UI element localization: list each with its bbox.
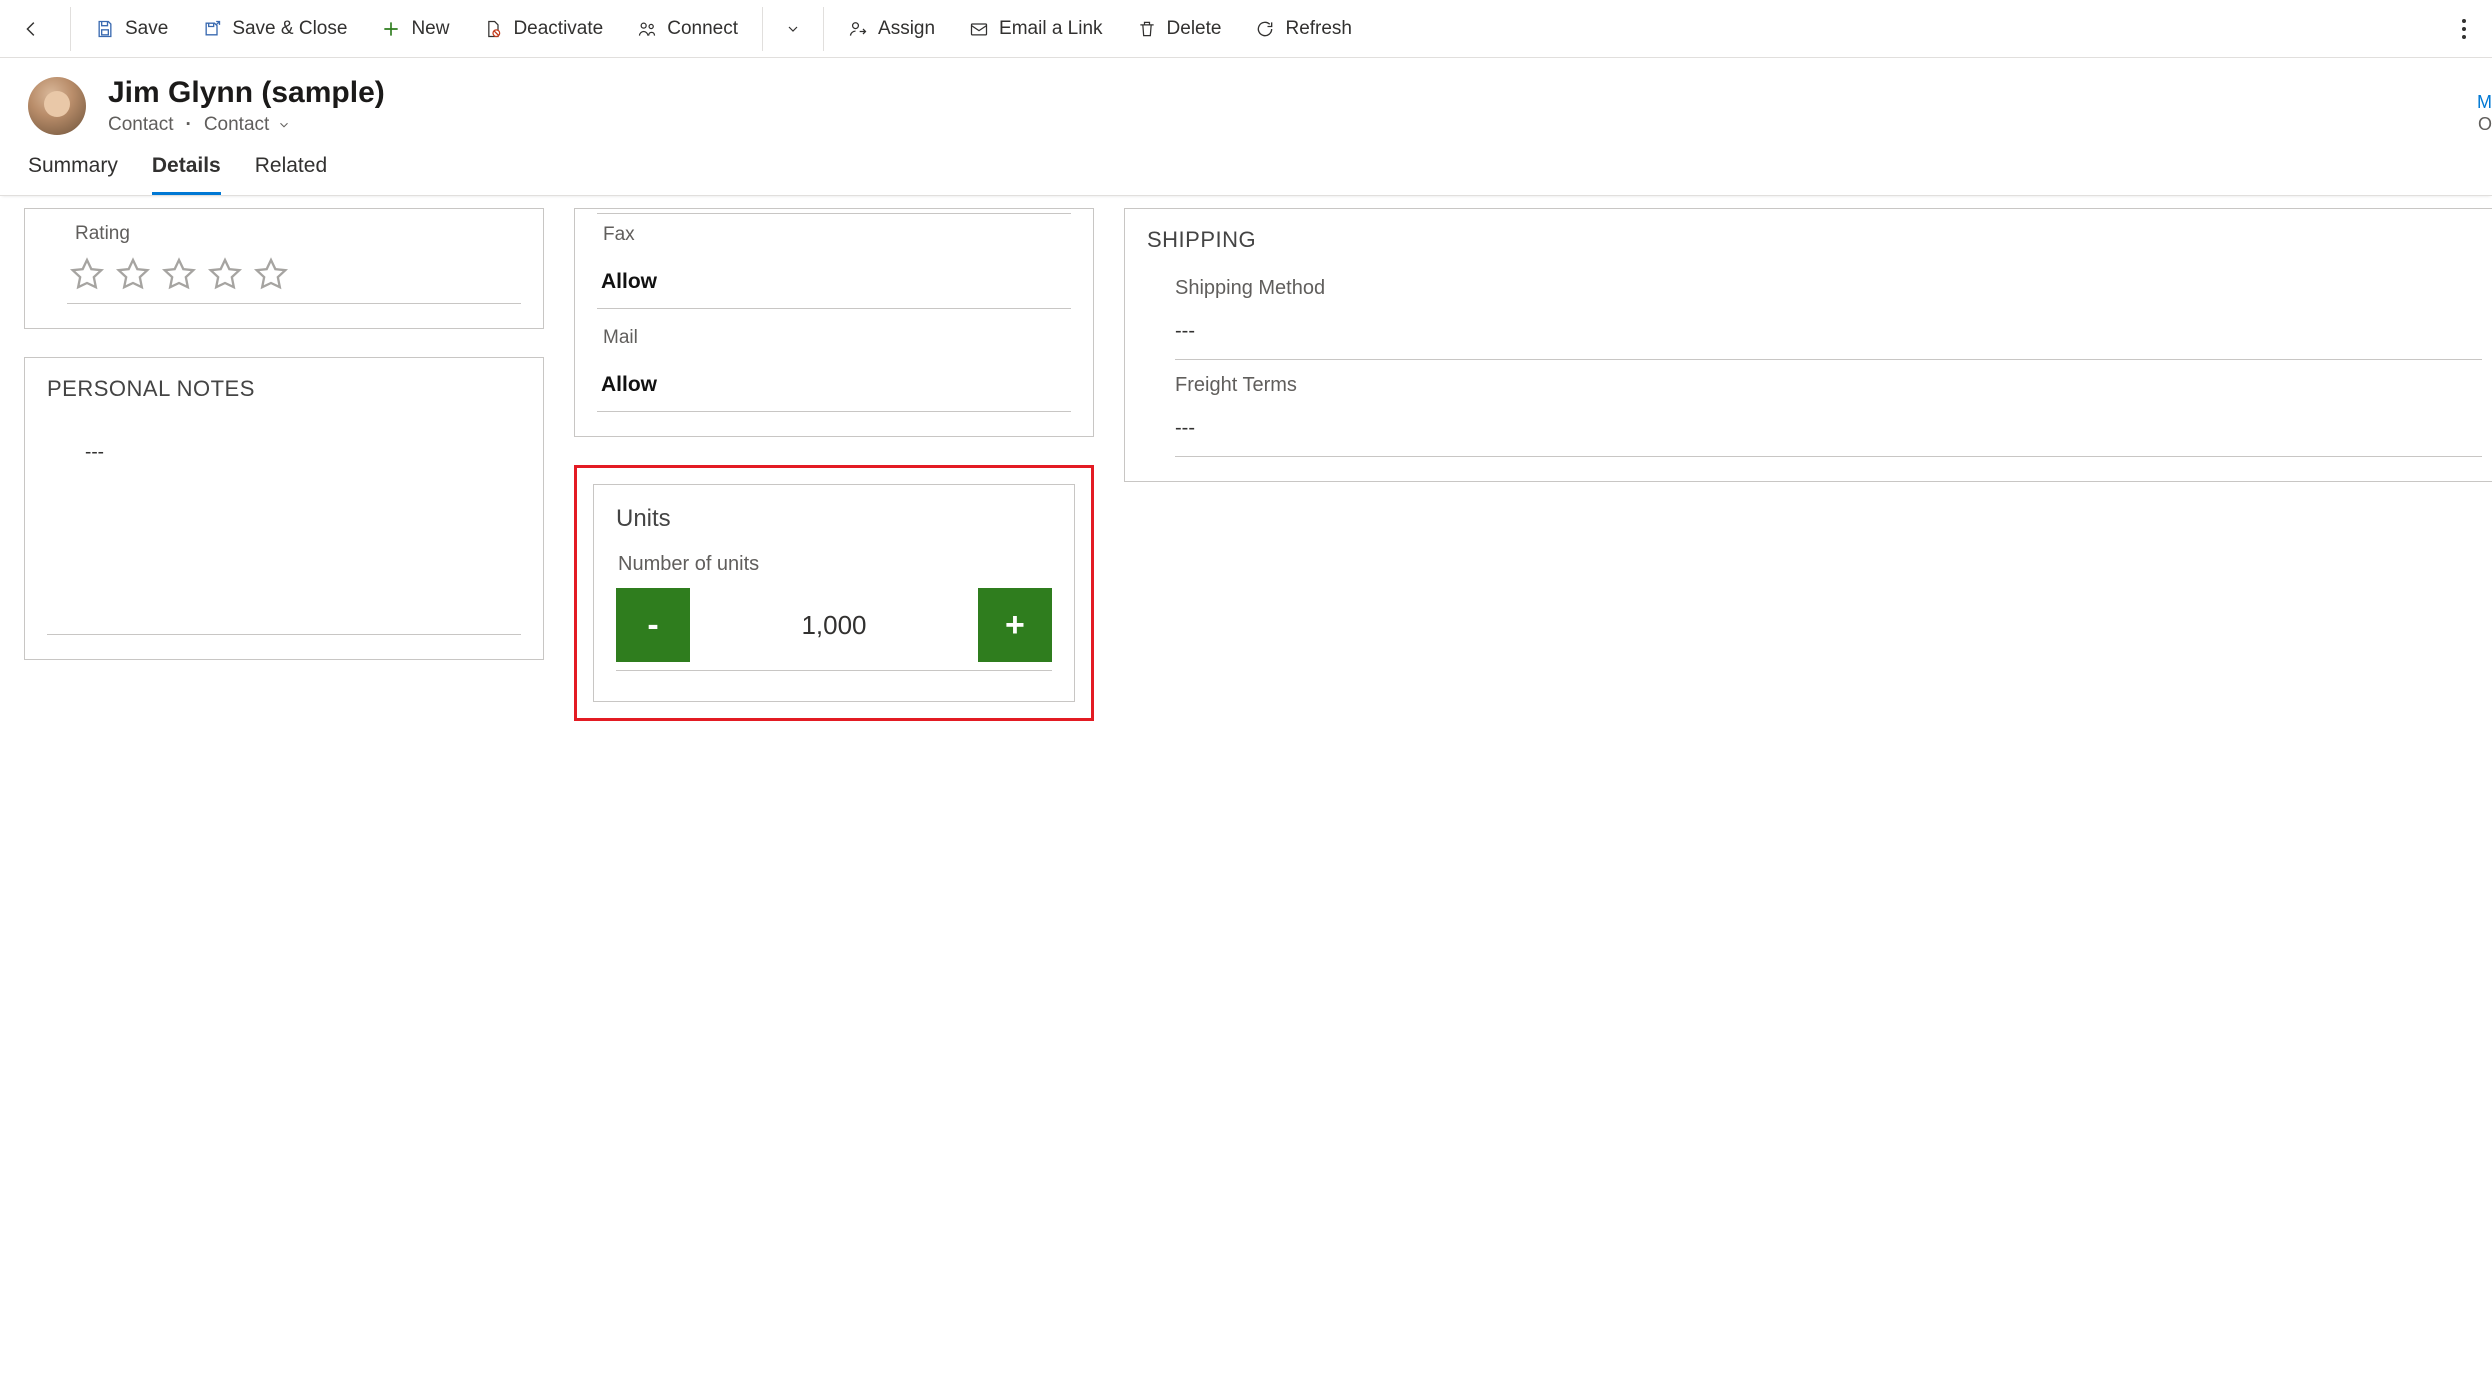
record-title: Jim Glynn (sample)	[108, 76, 385, 110]
mail-label: Mail	[603, 327, 1065, 349]
shipping-method-label: Shipping Method	[1175, 263, 2482, 300]
mail-value[interactable]: Allow	[597, 359, 1071, 412]
refresh-icon	[1255, 19, 1275, 39]
assign-icon	[848, 19, 868, 39]
rating-card: Rating	[24, 208, 544, 329]
deactivate-icon	[483, 19, 503, 39]
mail-icon	[969, 19, 989, 39]
deactivate-button[interactable]: Deactivate	[469, 7, 617, 51]
fax-label: Fax	[603, 224, 1065, 246]
rating-label: Rating	[75, 223, 519, 245]
back-button[interactable]	[8, 7, 56, 51]
star-icon[interactable]	[251, 255, 291, 295]
refresh-label: Refresh	[1285, 18, 1352, 40]
units-increment-button[interactable]: +	[978, 588, 1052, 662]
email-link-label: Email a Link	[999, 18, 1103, 40]
personal-notes-title: PERSONAL NOTES	[47, 376, 521, 402]
command-bar: Save Save & Close New Deactivate	[0, 0, 2492, 58]
trash-icon	[1137, 19, 1157, 39]
personal-notes-value[interactable]: ---	[47, 412, 521, 635]
shipping-method-value[interactable]: ---	[1175, 300, 2482, 360]
tab-details[interactable]: Details	[152, 154, 221, 195]
more-commands-button[interactable]	[2444, 7, 2484, 51]
separator-dot	[183, 114, 193, 136]
record-header: Jim Glynn (sample) Contact Contact	[0, 58, 2492, 146]
tab-related[interactable]: Related	[255, 154, 327, 195]
shipping-card: SHIPPING Shipping Method --- Freight Ter…	[1124, 208, 2492, 482]
units-stepper: - 1,000 +	[616, 588, 1052, 671]
star-icon[interactable]	[159, 255, 199, 295]
form-name-label: Contact	[204, 114, 269, 136]
peek-line1: M	[2477, 92, 2492, 112]
separator	[762, 7, 763, 51]
rating-stars[interactable]	[67, 255, 521, 295]
units-field-label: Number of units	[618, 553, 1052, 576]
deactivate-label: Deactivate	[513, 18, 603, 40]
assign-button[interactable]: Assign	[834, 7, 949, 51]
peek-line2: O	[2477, 114, 2492, 136]
connect-chevron[interactable]	[773, 7, 813, 51]
connect-icon	[637, 19, 657, 39]
contact-preferences-card: Fax Allow Mail Allow	[574, 208, 1094, 437]
new-button[interactable]: New	[367, 7, 463, 51]
personal-notes-card: PERSONAL NOTES ---	[24, 357, 544, 660]
separator	[70, 7, 71, 51]
tab-row: Summary Details Related	[0, 146, 2492, 196]
connect-label: Connect	[667, 18, 738, 40]
chevron-down-icon	[277, 118, 291, 132]
save-button[interactable]: Save	[81, 7, 182, 51]
save-label: Save	[125, 18, 168, 40]
email-link-button[interactable]: Email a Link	[955, 7, 1117, 51]
refresh-button[interactable]: Refresh	[1241, 7, 1366, 51]
new-label: New	[411, 18, 449, 40]
shipping-title: SHIPPING	[1147, 227, 2482, 253]
units-value[interactable]: 1,000	[801, 610, 866, 641]
plus-icon	[381, 19, 401, 39]
form-selector[interactable]: Contact	[204, 114, 291, 136]
separator	[823, 7, 824, 51]
star-icon[interactable]	[205, 255, 245, 295]
save-close-button[interactable]: Save & Close	[188, 7, 361, 51]
save-close-icon	[202, 19, 222, 39]
star-icon[interactable]	[113, 255, 153, 295]
units-highlight: Units Number of units - 1,000 +	[574, 465, 1094, 721]
fax-value[interactable]: Allow	[597, 256, 1071, 309]
connect-button[interactable]: Connect	[623, 7, 752, 51]
star-icon[interactable]	[67, 255, 107, 295]
freight-terms-label: Freight Terms	[1175, 360, 2482, 397]
save-icon	[95, 19, 115, 39]
header-right-peek: M O	[2477, 92, 2492, 135]
avatar	[28, 77, 86, 135]
delete-button[interactable]: Delete	[1123, 7, 1236, 51]
tab-summary[interactable]: Summary	[28, 154, 118, 195]
save-close-label: Save & Close	[232, 18, 347, 40]
delete-label: Delete	[1167, 18, 1222, 40]
freight-terms-value[interactable]: ---	[1175, 397, 2482, 457]
assign-label: Assign	[878, 18, 935, 40]
form-body: Rating PERSONAL NOTES --- Fax Allow	[0, 196, 2492, 751]
entity-type-label: Contact	[108, 114, 173, 136]
units-section-title: Units	[616, 505, 1052, 533]
units-decrement-button[interactable]: -	[616, 588, 690, 662]
units-card: Units Number of units - 1,000 +	[593, 484, 1075, 702]
